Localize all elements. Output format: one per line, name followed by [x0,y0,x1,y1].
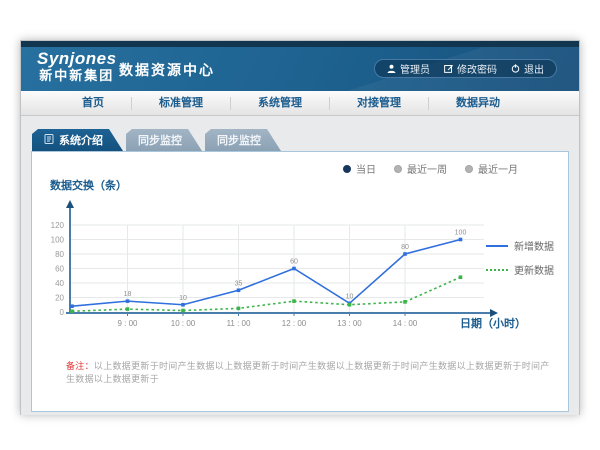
data-point [292,299,296,303]
user-icon [387,64,396,73]
logo: Synjones 新中新集团 [37,50,117,83]
tab-bar: 系统介绍 同步监控 同步监控 [32,129,281,151]
nav-item-interface-mgmt[interactable]: 对接管理 [330,91,428,116]
y-tick-label: 80 [55,250,64,259]
data-point-label: 35 [235,280,243,287]
x-tick-label: 13 : 00 [337,319,362,328]
y-tick-label: 100 [51,236,65,245]
data-point [126,307,130,311]
user-name-label: 管理员 [400,61,430,76]
data-point-label: 18 [124,291,132,298]
data-point [403,252,407,256]
radio-label: 最近一月 [478,161,518,176]
data-point-label: 60 [290,259,298,266]
y-axis-arrow-icon [66,200,74,208]
app-window: Synjones 新中新集团 数据资源中心 管理员 修改密码 退出 首页 标准管… [20,40,580,415]
y-axis-title: 数据交换（条） [50,177,127,193]
nav-item-data-change[interactable]: 数据异动 [429,91,527,116]
nav-item-home[interactable]: 首页 [55,91,131,116]
data-point [459,275,463,279]
logout-label: 退出 [524,61,544,76]
data-point [70,309,74,313]
app-header: Synjones 新中新集团 数据资源中心 管理员 修改密码 退出 [21,47,579,91]
x-tick-label: 14 : 00 [393,319,418,328]
tab-sync-monitor-2[interactable]: 同步监控 [205,129,281,151]
data-point [348,303,352,307]
logo-company-text: 新中新集团 [37,69,117,83]
data-point-label: 100 [455,230,467,237]
content-area: 系统介绍 同步监控 同步监控 当日 最近一周 [21,116,579,415]
data-point [403,300,407,304]
change-password-label: 修改密码 [457,61,497,76]
data-point [181,303,185,307]
footnote: 备注：以上数据更新于时间产生数据以上数据更新于时间产生数据以上数据更新于时间产生… [66,359,554,385]
data-point [126,299,130,303]
user-profile-button[interactable]: 管理员 [387,61,430,76]
x-tick-label: 10 : 00 [171,319,196,328]
x-tick-label: 12 : 00 [282,319,307,328]
data-point-label: 10 [346,293,354,300]
data-point [181,309,185,313]
chart-legend: 新增数据 更新数据 [486,238,554,277]
chart-panel: 当日 最近一周 最近一月 数据交换（条） 0 20 40 60 80 100 120 9 : … [31,151,569,412]
y-tick-label: 0 [60,308,65,317]
logout-button[interactable]: 退出 [511,61,544,76]
line-chart: 0 20 40 60 80 100 120 9 : 00 10 : 00 11 : 00 12 : … [40,192,520,342]
tab-sync-monitor-1[interactable]: 同步监控 [126,129,202,151]
data-point-label: 10 [179,295,187,302]
user-menu: 管理员 修改密码 退出 [374,59,557,78]
document-icon [44,134,54,147]
time-range-filter: 当日 最近一周 最近一月 [343,161,518,176]
legend-item-updated-data: 更新数据 [486,262,554,277]
data-point-label: 80 [401,244,409,251]
radio-today[interactable]: 当日 [343,161,376,176]
nav-item-system-mgmt[interactable]: 系统管理 [231,91,329,116]
page-title: 数据资源中心 [119,60,215,80]
legend-item-new-data: 新增数据 [486,238,554,253]
legend-line-solid-icon [486,245,508,247]
y-tick-label: 40 [55,279,64,288]
y-tick-label: 120 [51,221,65,230]
nav-item-standard-mgmt[interactable]: 标准管理 [132,91,230,116]
x-tick-label: 9 : 00 [117,319,138,328]
data-point [459,238,463,242]
y-tick-label: 20 [55,294,64,303]
edit-icon [444,64,453,73]
radio-label: 最近一周 [407,161,447,176]
y-tick-label: 60 [55,265,64,274]
radio-dot-icon [394,165,402,173]
power-icon [511,64,520,73]
tab-label: 同步监控 [138,132,182,148]
data-point [292,267,296,271]
radio-label: 当日 [356,161,376,176]
data-point [70,304,74,308]
legend-label: 更新数据 [514,262,554,277]
radio-dot-icon [343,165,351,173]
data-point [237,288,241,292]
main-nav: 首页 标准管理 系统管理 对接管理 数据异动 [21,91,579,116]
footnote-label: 备注： [66,361,94,371]
tab-label: 系统介绍 [59,132,103,148]
footnote-text: 以上数据更新于时间产生数据以上数据更新于时间产生数据以上数据更新于时间产生数据以… [66,361,550,384]
radio-last-week[interactable]: 最近一周 [394,161,447,176]
radio-last-month[interactable]: 最近一月 [465,161,518,176]
x-tick-label: 11 : 00 [227,319,251,328]
x-axis-title: 日期（小时） [460,315,526,331]
radio-dot-icon [465,165,473,173]
tab-label: 同步监控 [217,132,261,148]
data-point [237,307,241,311]
logo-brand-text: Synjones [37,50,117,69]
legend-line-dotted-icon [486,269,508,271]
legend-label: 新增数据 [514,238,554,253]
tab-system-intro[interactable]: 系统介绍 [32,129,123,151]
change-password-button[interactable]: 修改密码 [444,61,497,76]
